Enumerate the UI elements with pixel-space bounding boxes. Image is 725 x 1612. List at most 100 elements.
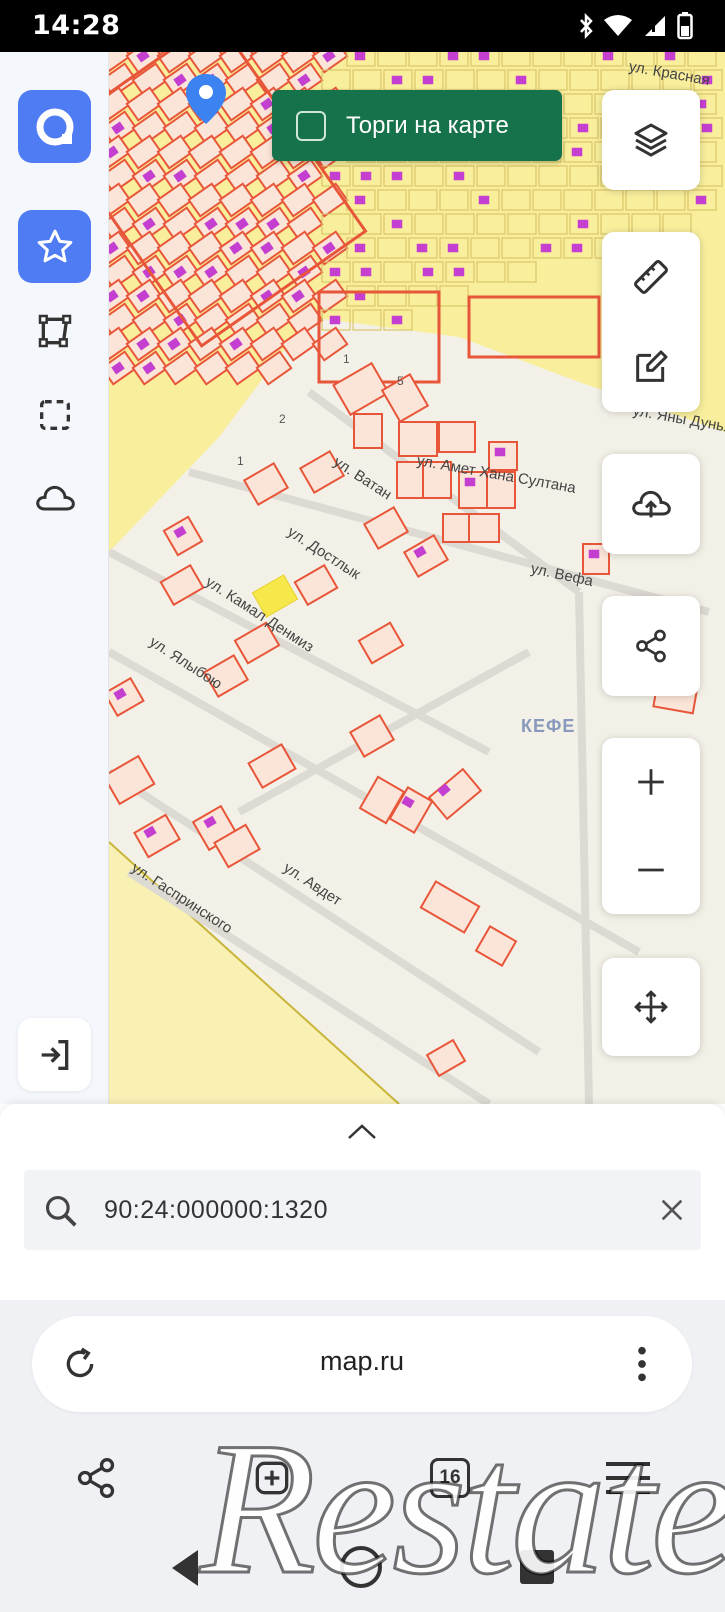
map-canvas[interactable] (109, 52, 725, 1104)
upload-button[interactable] (602, 454, 700, 554)
layers-panel (602, 90, 700, 190)
parcel (353, 413, 383, 449)
move-panel (602, 958, 700, 1056)
chevron-up-icon[interactable] (346, 1122, 378, 1142)
login-button[interactable] (18, 1018, 91, 1091)
new-tab-button[interactable] (232, 1438, 312, 1518)
app-logo-icon (36, 108, 73, 145)
address-bar[interactable]: map.ru (32, 1316, 692, 1412)
wifi-icon (604, 15, 632, 36)
building (416, 243, 428, 253)
url-text: map.ru (319, 1346, 405, 1376)
rectangle-select-button[interactable] (18, 378, 91, 451)
move-button[interactable] (602, 958, 700, 1056)
new-tab-icon (255, 1461, 289, 1495)
share-icon (636, 629, 666, 663)
status-bar: 14:28 (0, 0, 725, 52)
search-input[interactable] (104, 1190, 624, 1230)
zoom-out-button[interactable] (602, 826, 700, 914)
parcel (474, 925, 518, 967)
polygon-select-button[interactable] (18, 294, 91, 367)
parcel (357, 621, 405, 665)
building (701, 123, 713, 133)
building (602, 52, 614, 61)
polygon-select-icon (38, 314, 71, 347)
rectangle-select-icon (39, 399, 70, 430)
building (354, 243, 366, 253)
left-sidebar (0, 52, 109, 1104)
building (329, 315, 341, 325)
parcel (427, 767, 483, 821)
browser-bar: map.ru 16 (0, 1300, 725, 1612)
building (391, 171, 403, 181)
edit-button[interactable] (602, 322, 700, 412)
building (453, 267, 465, 277)
building (391, 219, 403, 229)
building (422, 75, 434, 85)
browser-menu-button[interactable] (588, 1438, 668, 1518)
browser-toolbar: 16 (0, 1438, 725, 1518)
cloud-upload-icon (632, 490, 671, 518)
clear-icon[interactable] (656, 1194, 688, 1226)
torgi-label: Торги на карте (346, 111, 509, 139)
plot-number: 5 (397, 374, 404, 388)
building (354, 195, 366, 205)
building (540, 243, 552, 253)
share-panel (602, 596, 700, 696)
move-icon (634, 990, 668, 1024)
building (391, 75, 403, 85)
building (447, 52, 459, 61)
layers-button[interactable] (602, 90, 700, 190)
edit-icon (636, 350, 668, 382)
parcel (162, 515, 204, 557)
building (478, 195, 490, 205)
system-icons (579, 12, 693, 40)
search-box (24, 1170, 701, 1250)
building (329, 267, 341, 277)
ruler-button[interactable] (602, 232, 700, 322)
city-label: КЕФЕ (521, 716, 576, 736)
back-icon[interactable] (172, 1550, 198, 1586)
cloud-icon (35, 485, 75, 510)
building (588, 549, 600, 559)
zoom-in-button[interactable] (602, 738, 700, 826)
torgi-checkbox[interactable] (296, 110, 326, 141)
parcel (109, 676, 145, 718)
cadastral-map[interactable]: ул. Ватан ул. Амет Хана Султана ул. Дост… (109, 52, 725, 1104)
browser-share-button[interactable] (56, 1438, 136, 1518)
parcel (419, 880, 481, 934)
plot-number: 1 (343, 352, 350, 366)
home-icon[interactable] (340, 1546, 382, 1588)
tab-count: 16 (430, 1458, 470, 1498)
status-time: 14:28 (32, 10, 121, 41)
parcel (468, 513, 500, 543)
login-icon (41, 1039, 68, 1070)
favorites-button[interactable] (18, 210, 91, 283)
tabs-button[interactable]: 16 (410, 1438, 490, 1518)
building (664, 52, 676, 61)
building (360, 171, 372, 181)
layers-icon (634, 123, 668, 157)
ruler-icon (634, 260, 668, 294)
battery-icon (677, 12, 693, 40)
share-map-button[interactable] (602, 596, 700, 696)
building (360, 267, 372, 277)
parcel (398, 421, 438, 457)
torgi-toggle[interactable]: Торги на карте (272, 90, 562, 161)
menu-icon (606, 1462, 650, 1494)
parcel (362, 506, 410, 550)
upload-panel (602, 454, 700, 554)
recents-icon[interactable] (520, 1550, 554, 1584)
minus-icon (638, 868, 664, 872)
building (422, 267, 434, 277)
building (695, 195, 707, 205)
plus-icon (638, 769, 664, 795)
parcel (332, 361, 390, 417)
cloud-button[interactable] (18, 462, 91, 535)
parcel (133, 813, 181, 859)
more-vert-icon[interactable] (632, 1344, 652, 1384)
building (515, 75, 527, 85)
share-icon (77, 1458, 115, 1498)
app-logo[interactable] (18, 90, 91, 163)
building (478, 52, 490, 61)
